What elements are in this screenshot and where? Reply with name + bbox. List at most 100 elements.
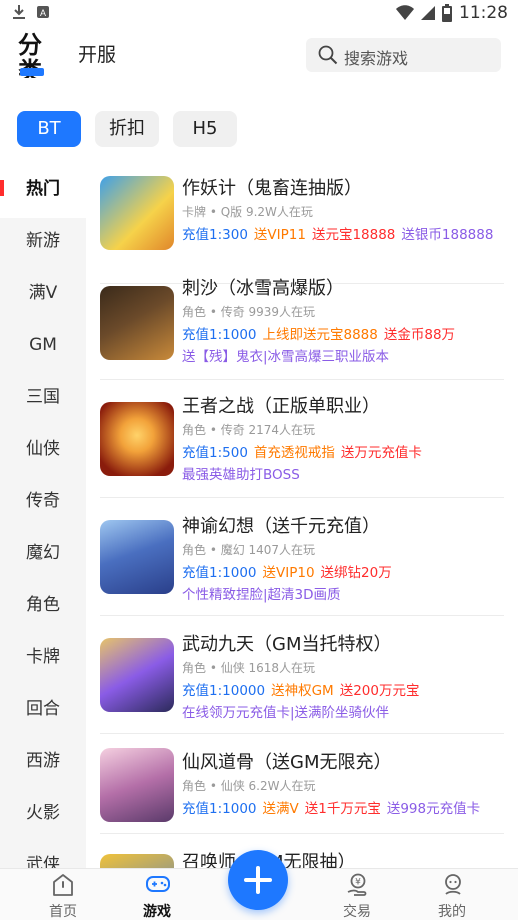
filter-chip-bt[interactable]: BT [17, 111, 81, 147]
search-input[interactable]: 搜索游戏 [306, 38, 501, 72]
game-meta: 角色 • 仙侠 1618人在玩 [182, 661, 316, 675]
list-item[interactable]: 刺沙（冰雪高爆版） 角色 • 传奇 9939人在玩 充值1:1000 上线即送元宝… [100, 262, 504, 380]
notification-app-icon: A [37, 6, 49, 18]
game-tags: 充值1:1000 送VIP10 送绑钻20万 [182, 561, 398, 581]
tag-benefit: 送元宝18888 [311, 227, 396, 243]
search-placeholder: 搜索游戏 [344, 49, 409, 68]
search-icon [318, 45, 338, 65]
sidebar-item-gm[interactable]: GM [0, 322, 86, 374]
nav-games[interactable]: 游戏 [112, 869, 202, 920]
tag-benefit: 送998元充值卡 [386, 801, 481, 817]
trade-icon: ¥ [347, 873, 367, 896]
game-meta: 角色 • 传奇 9939人在玩 [182, 305, 316, 319]
game-title: 仙风道骨（送GM无限充） [182, 752, 392, 773]
game-title: 神谕幻想（送千元充值） [182, 516, 380, 537]
game-meta: 角色 • 仙侠 6.2W人在玩 [182, 779, 316, 793]
active-tab-indicator [20, 68, 44, 76]
tag-recharge-ratio: 充值1:300 [182, 227, 248, 243]
tag-benefit: 上线即送元宝8888 [262, 327, 378, 343]
add-button[interactable] [228, 850, 288, 910]
sidebar-item-rpg[interactable]: 角色 [0, 582, 86, 634]
game-tags: 充值1:1000 上线即送元宝8888 送金币88万 [182, 323, 461, 343]
game-tags: 充值1:500 首充透视戒指 送万元充值卡 [182, 441, 428, 461]
tag-recharge-ratio: 充值1:10000 [182, 683, 266, 699]
game-extra-info: 送【残】鬼衣|冰雪高爆三职业版本 [182, 349, 390, 365]
nav-label: 交易 [343, 904, 371, 920]
game-extra-info: 在线领万元充值卡|送满阶坐骑伙伴 [182, 705, 390, 721]
plus-icon [244, 866, 272, 894]
tag-recharge-ratio: 充值1:500 [182, 445, 248, 461]
sidebar-item-naruto[interactable]: 火影 [0, 790, 86, 842]
tag-recharge-ratio: 充值1:1000 [182, 801, 257, 817]
game-icon [100, 402, 174, 476]
nav-trade[interactable]: ¥ 交易 [312, 869, 402, 920]
list-item[interactable]: 武动九天（GM当托特权） 角色 • 仙侠 1618人在玩 充值1:10000 送神… [100, 616, 504, 734]
tag-benefit: 送绑钻20万 [320, 565, 392, 581]
clock: 11:28 [459, 3, 508, 23]
tab-server-opening[interactable]: 开服 [78, 40, 116, 67]
signal-icon [421, 6, 435, 20]
sidebar-item-three-kingdoms[interactable]: 三国 [0, 374, 86, 426]
download-icon [13, 5, 25, 19]
nav-profile[interactable]: 我的 [407, 869, 497, 920]
game-icon [100, 286, 174, 360]
game-icon [100, 638, 174, 712]
nav-label: 游戏 [143, 904, 171, 920]
filter-chip-h5[interactable]: H5 [173, 111, 237, 147]
game-extra-info: 最强英雄助打BOSS [182, 467, 300, 483]
game-title: 武动九天（GM当托特权） [182, 634, 392, 655]
game-extra-info: 个性精致捏脸|超清3D画质 [182, 587, 341, 603]
nav-label: 首页 [49, 904, 77, 920]
tag-benefit: 送VIP11 [253, 227, 306, 243]
svg-text:¥: ¥ [355, 878, 361, 888]
game-meta: 角色 • 魔幻 1407人在玩 [182, 543, 316, 557]
tag-recharge-ratio: 充值1:1000 [182, 327, 257, 343]
nav-label: 我的 [438, 904, 466, 920]
list-item[interactable]: 召唤师（GM无限抽） [100, 834, 504, 870]
tag-benefit: 送满V [262, 801, 299, 817]
sidebar-item-full-vip[interactable]: 满V [0, 270, 86, 322]
tag-benefit: 送200万元宝 [339, 683, 420, 699]
sidebar-item-wuxia[interactable]: 武侠 [0, 842, 86, 870]
profile-icon [445, 874, 461, 895]
sidebar-item-new[interactable]: 新游 [0, 218, 86, 270]
wifi-icon [396, 5, 414, 20]
gamepad-icon [146, 876, 170, 892]
game-icon [100, 176, 174, 250]
game-title: 王者之战（正版单职业） [182, 396, 380, 417]
game-tags: 充值1:1000 送满V 送1千万元宝 送998元充值卡 [182, 797, 486, 817]
tag-benefit: 送神权GM [271, 683, 334, 699]
category-sidebar: 热门 新游 满V GM 三国 仙侠 传奇 魔幻 角色 卡牌 回合 西游 火影 武… [0, 166, 86, 870]
status-bar: A 11:28 [0, 0, 518, 28]
sidebar-item-hot[interactable]: 热门 [0, 166, 86, 218]
game-meta: 卡牌 • Q版 9.2W人在玩 [182, 205, 313, 219]
game-tags: 充值1:300 送VIP11 送元宝18888 送银币188888 [182, 223, 499, 243]
sidebar-item-turn-based[interactable]: 回合 [0, 686, 86, 738]
tag-benefit: 送万元充值卡 [340, 445, 422, 461]
tag-benefit: 送1千万元宝 [304, 801, 381, 817]
tag-benefit: 首充透视戒指 [253, 445, 335, 461]
game-tags: 充值1:10000 送神权GM 送200万元宝 [182, 679, 425, 699]
game-title: 作妖计（鬼畜连抽版） [182, 178, 362, 199]
sidebar-item-card[interactable]: 卡牌 [0, 634, 86, 686]
battery-icon [442, 4, 452, 22]
nav-home[interactable]: 首页 [18, 869, 108, 920]
tag-benefit: 送VIP10 [262, 565, 315, 581]
game-icon [100, 520, 174, 594]
sidebar-item-legend[interactable]: 传奇 [0, 478, 86, 530]
game-list: 作妖计（鬼畜连抽版） 卡牌 • Q版 9.2W人在玩 充值1:300 送VIP11… [86, 166, 518, 870]
sidebar-item-label: 热门 [26, 179, 60, 199]
sidebar-item-fantasy[interactable]: 魔幻 [0, 530, 86, 582]
tag-benefit: 送金币88万 [383, 327, 456, 343]
filter-chip-discount[interactable]: 折扣 [95, 111, 159, 147]
list-item[interactable]: 仙风道骨（送GM无限充） 角色 • 仙侠 6.2W人在玩 充值1:1000 送满V… [100, 734, 504, 834]
list-item[interactable]: 神谕幻想（送千元充值） 角色 • 魔幻 1407人在玩 充值1:1000 送VIP… [100, 498, 504, 616]
tag-benefit: 送银币188888 [401, 227, 494, 243]
game-title: 刺沙（冰雪高爆版） [182, 278, 344, 299]
svg-text:A: A [40, 8, 46, 18]
sidebar-item-xianxia[interactable]: 仙侠 [0, 426, 86, 478]
list-item[interactable]: 王者之战（正版单职业） 角色 • 传奇 2174人在玩 充值1:500 首充透视戒… [100, 380, 504, 498]
tag-recharge-ratio: 充值1:1000 [182, 565, 257, 581]
game-icon [100, 748, 174, 822]
sidebar-item-journey-west[interactable]: 西游 [0, 738, 86, 790]
